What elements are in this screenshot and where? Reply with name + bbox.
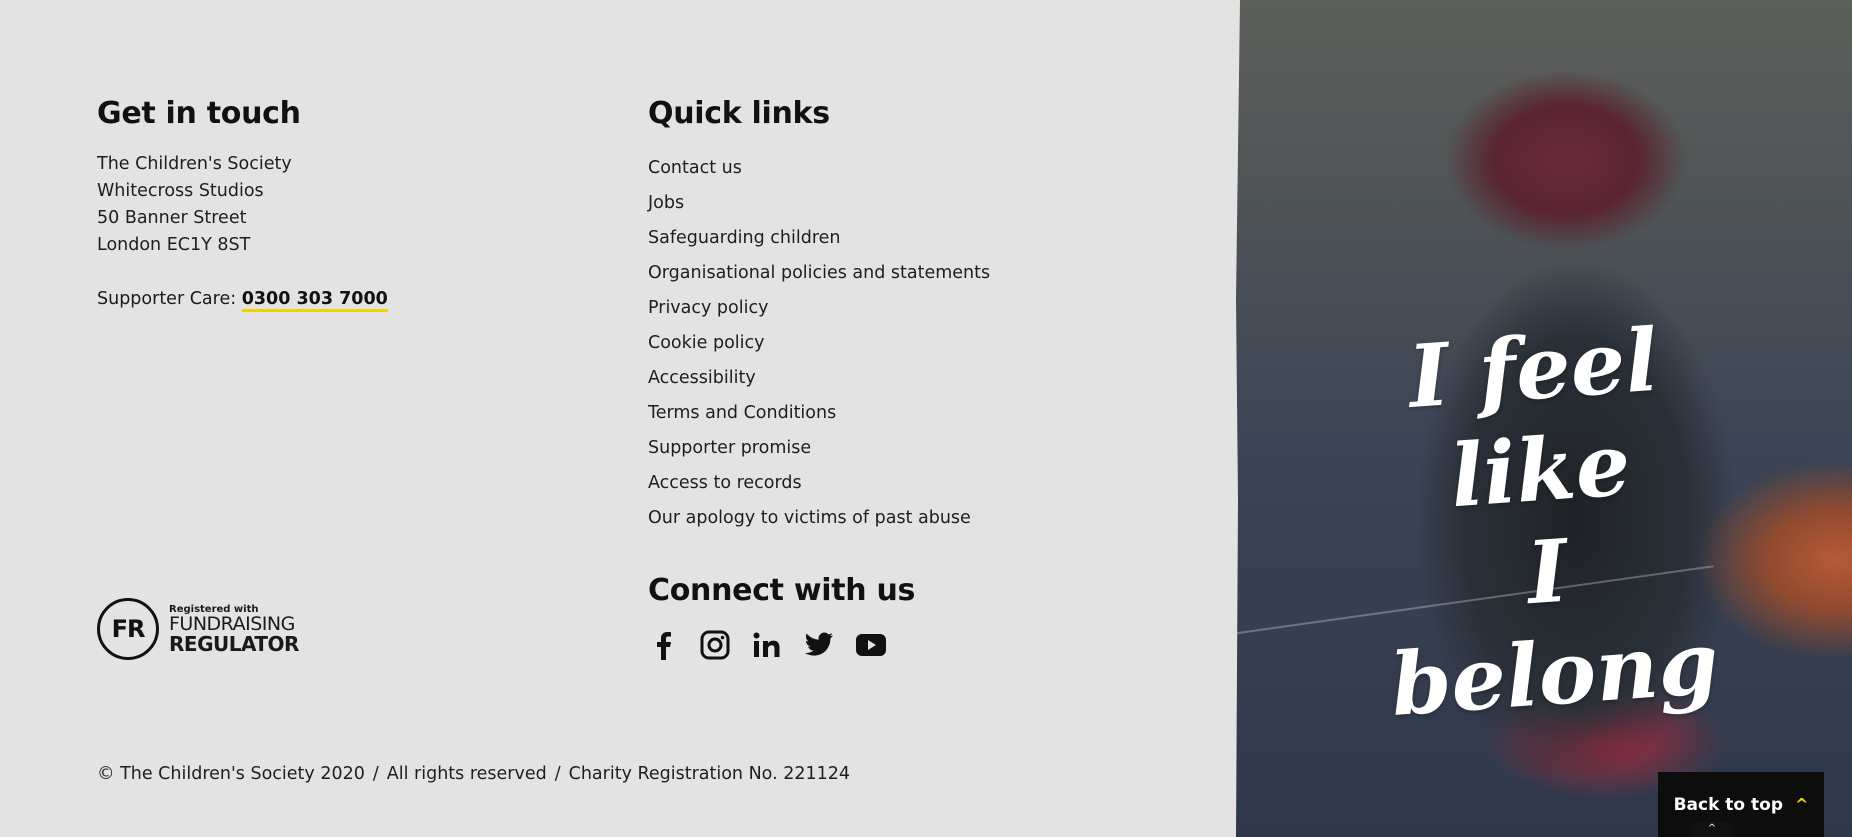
connect-section: Connect with us	[648, 573, 915, 660]
copyright-text: © The Children's Society 2020	[97, 764, 365, 784]
hero-photo: I feel like I belong	[1236, 0, 1852, 837]
quick-link-privacy[interactable]: Privacy policy	[648, 291, 1148, 326]
quick-link-safeguarding[interactable]: Safeguarding children	[648, 221, 1148, 256]
charity-number-text: Charity Registration No. 221124	[568, 764, 851, 784]
address-block: The Children's Society Whitecross Studio…	[97, 151, 577, 259]
address-line: The Children's Society	[97, 154, 292, 174]
instagram-icon[interactable]	[700, 630, 730, 660]
quick-link-jobs[interactable]: Jobs	[648, 186, 1148, 221]
quick-links-heading: Quick links	[648, 96, 830, 131]
quick-link-terms[interactable]: Terms and Conditions	[648, 396, 1148, 431]
quick-link-policies[interactable]: Organisational policies and statements	[648, 256, 1148, 291]
linkedin-icon[interactable]	[752, 630, 782, 660]
address-line: 50 Banner Street	[97, 208, 247, 228]
quick-link-supporter-promise[interactable]: Supporter promise	[648, 431, 1148, 466]
scroll-up-tab[interactable]: ^	[1692, 822, 1732, 837]
facebook-icon[interactable]	[648, 630, 678, 660]
separator: /	[554, 764, 561, 784]
twitter-icon[interactable]	[804, 630, 834, 660]
separator: /	[372, 764, 379, 784]
supporter-care-phone-link[interactable]: 0300 303 7000	[241, 289, 388, 312]
quick-links-list: Contact us Jobs Safeguarding children Or…	[648, 151, 1148, 536]
fr-badge-icon: FR	[97, 598, 159, 660]
tagline-line1: I feel like	[1405, 309, 1662, 528]
social-links	[648, 630, 915, 660]
youtube-icon[interactable]	[856, 630, 886, 660]
back-to-top-label: Back to top	[1673, 794, 1784, 815]
legal-line: © The Children's Society 2020 / All rights…	[97, 764, 850, 784]
chevron-up-icon: ^	[1795, 795, 1809, 814]
chevron-up-icon: ^	[1707, 823, 1717, 834]
quick-link-cookie[interactable]: Cookie policy	[648, 326, 1148, 361]
quick-link-apology[interactable]: Our apology to victims of past abuse	[648, 501, 1148, 536]
address-line: London EC1Y 8ST	[97, 235, 251, 255]
hero-tagline: I feel like I belong	[1340, 305, 1748, 739]
connect-heading: Connect with us	[648, 573, 916, 608]
quick-links-section: Quick links Contact us Jobs Safeguarding…	[648, 96, 1148, 536]
tagline-line2: I belong	[1387, 520, 1722, 736]
quick-link-accessibility[interactable]: Accessibility	[648, 361, 1148, 396]
back-to-top-button[interactable]: Back to top ^	[1658, 772, 1824, 837]
get-in-touch-heading: Get in touch	[97, 96, 301, 131]
supporter-care: Supporter Care: 0300 303 7000	[97, 286, 577, 313]
quick-link-contact-us[interactable]: Contact us	[648, 151, 1148, 186]
quick-link-access-records[interactable]: Access to records	[648, 466, 1148, 501]
rights-text: All rights reserved	[386, 764, 547, 784]
address-line: Whitecross Studios	[97, 181, 264, 201]
get-in-touch-section: Get in touch The Children's Society Whit…	[97, 96, 577, 313]
site-footer: Get in touch The Children's Society Whit…	[0, 0, 1852, 837]
regulator-text: Registered with FUNDRAISING REGULATOR	[169, 604, 299, 654]
regulator-line3: REGULATOR	[169, 632, 299, 656]
fundraising-regulator-logo[interactable]: FR Registered with FUNDRAISING REGULATOR	[97, 598, 299, 660]
supporter-care-label: Supporter Care:	[97, 289, 237, 309]
